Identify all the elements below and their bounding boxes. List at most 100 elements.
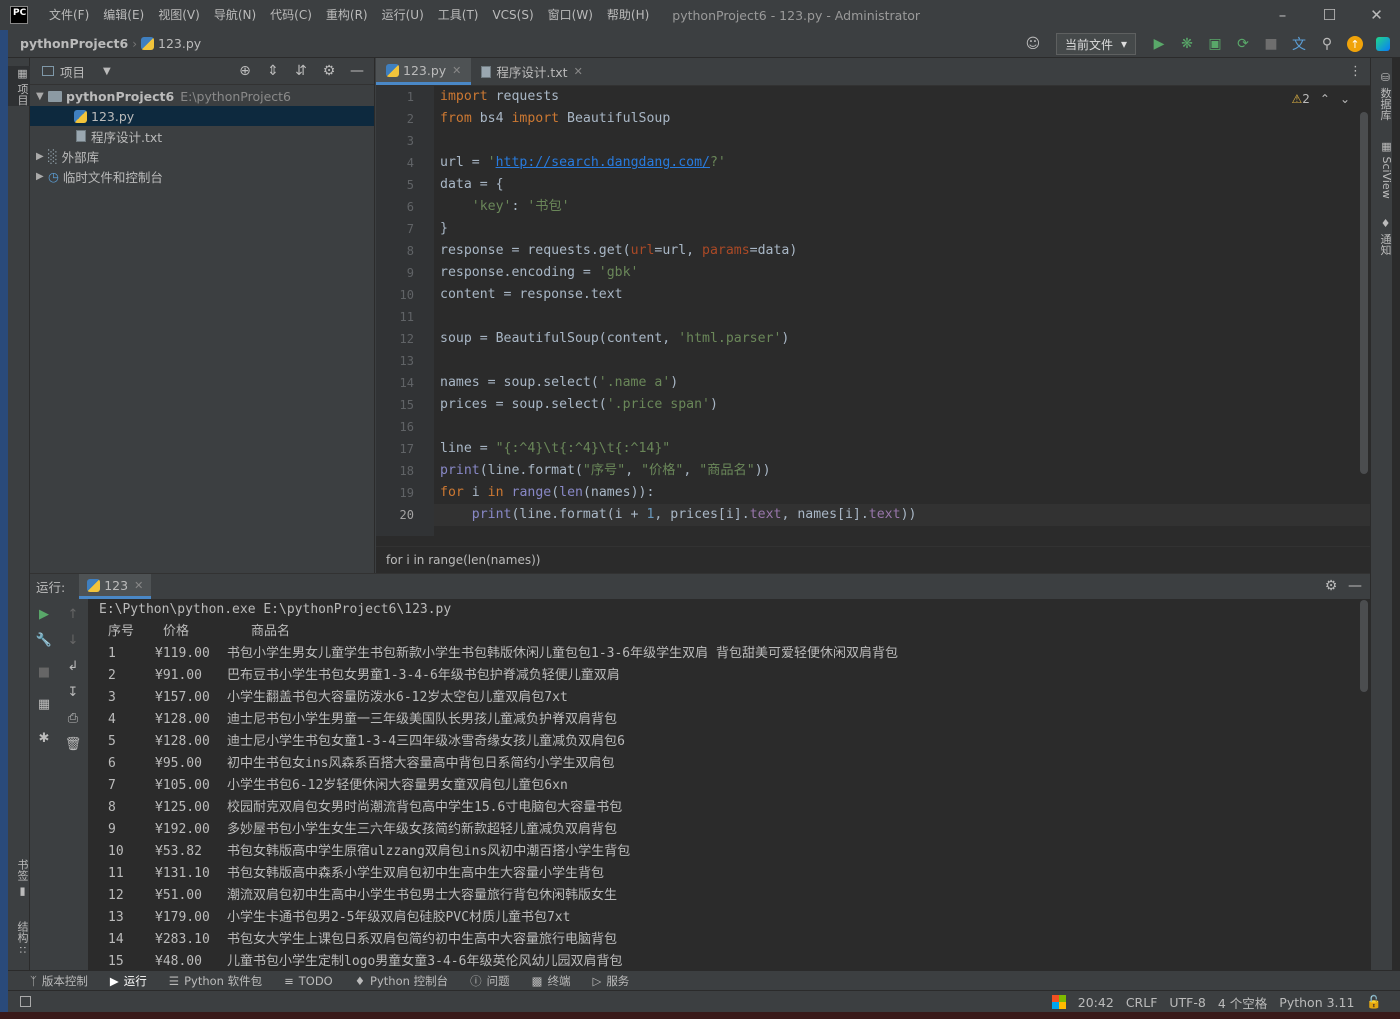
menu-edit[interactable]: 编辑(E) xyxy=(96,0,151,30)
row-num: 7 xyxy=(108,778,116,793)
tree-root[interactable]: ▼ pythonProject6 E:\pythonProject6 xyxy=(30,86,374,106)
run-panel-label: 运行: xyxy=(36,580,66,595)
print-icon[interactable]: ⎙ xyxy=(62,707,84,729)
code-area[interactable]: import requests from bs4 import Beautifu… xyxy=(434,86,1370,536)
indent-setting[interactable]: 4 个空格 xyxy=(1218,993,1267,1012)
menu-view[interactable]: 视图(V) xyxy=(151,0,207,30)
tab-todo[interactable]: ≡ TODO xyxy=(284,974,333,988)
gear-icon[interactable]: ⚙ xyxy=(1320,575,1342,597)
tab-vcs[interactable]: ᛉ 版本控制 xyxy=(30,973,88,989)
tab-python-console[interactable]: ♦ Python 控制台 xyxy=(355,973,448,989)
layout-icon[interactable]: ▦ xyxy=(33,693,55,715)
minimize-icon[interactable]: – xyxy=(1259,0,1306,30)
row-price: ¥157.00 xyxy=(155,690,210,705)
plugin-icon[interactable] xyxy=(1372,33,1394,55)
toggle-tool-windows-icon[interactable] xyxy=(20,996,31,1007)
stop-icon[interactable]: ■ xyxy=(33,661,55,683)
file-encoding[interactable]: UTF-8 xyxy=(1169,995,1205,1010)
interpreter[interactable]: Python 3.11 xyxy=(1279,995,1354,1010)
scroll-to-end-icon[interactable]: ↧ xyxy=(62,681,84,703)
close-icon[interactable]: ✕ xyxy=(1353,0,1400,30)
hide-icon[interactable]: — xyxy=(346,60,368,82)
locate-icon[interactable]: ⊕ xyxy=(234,60,256,82)
tab-problems[interactable]: ⓘ 问题 xyxy=(470,973,510,989)
tab-terminal[interactable]: ▩ 终端 xyxy=(532,973,571,989)
expand-arrow-icon[interactable]: ▼ xyxy=(36,91,48,102)
stop-icon[interactable]: ■ xyxy=(1260,33,1282,55)
tab-problems-label: 问题 xyxy=(486,973,510,988)
editor-scrollbar[interactable] xyxy=(1360,112,1368,474)
tab-sciview[interactable]: ▦ SciView xyxy=(1371,138,1393,200)
scroll-up-icon[interactable]: ↑ xyxy=(62,603,84,625)
expand-all-icon[interactable]: ⇕ xyxy=(262,60,284,82)
run-icon[interactable]: ▶ xyxy=(1148,33,1170,55)
tree-item-txt[interactable]: 程序设计.txt xyxy=(30,126,374,146)
project-panel-title[interactable]: 项目 xyxy=(60,62,85,81)
lock-icon[interactable]: 🔓 xyxy=(1366,994,1382,1010)
row-name: 书包女韩版高中学生原宿ulzzang双肩包ins风初中潮百搭小学生背包 xyxy=(227,844,631,859)
menu-run[interactable]: 运行(U) xyxy=(375,0,431,30)
tab-notifications[interactable]: ♦ 通知 xyxy=(1371,214,1393,258)
maximize-icon[interactable]: ☐ xyxy=(1306,0,1353,30)
menu-tools[interactable]: 工具(T) xyxy=(431,0,486,30)
translate-icon[interactable]: 文 xyxy=(1288,33,1310,55)
tab-services[interactable]: ▷ 服务 xyxy=(592,973,629,989)
menu-vcs[interactable]: VCS(S) xyxy=(485,0,540,30)
close-tab-icon[interactable]: ✕ xyxy=(574,65,583,78)
collapse-all-icon[interactable]: ⇵ xyxy=(290,60,312,82)
row-name: 迪士尼小学生书包女童1-3-4三四年级冰雪奇缘女孩儿童减负双肩包6 xyxy=(227,734,625,749)
scroll-down-icon[interactable]: ↓ xyxy=(62,629,84,651)
run-config-select[interactable]: 当前文件 ▾ xyxy=(1055,33,1136,55)
breadcrumb-separator-icon: › xyxy=(132,36,138,51)
coverage-icon[interactable]: ▣ xyxy=(1204,33,1226,55)
rerun-icon[interactable]: ▶ xyxy=(33,603,55,625)
soft-wrap-icon[interactable]: ↲ xyxy=(62,655,84,677)
tab-structure[interactable]: 结构 ∷ xyxy=(8,914,30,960)
more-tabs-icon[interactable]: ⋮ xyxy=(1349,64,1362,79)
tree-item-external-libs[interactable]: ▶ ░ 外部库 xyxy=(30,146,374,166)
console-scrollbar[interactable] xyxy=(1360,600,1368,692)
breadcrumb-project[interactable]: pythonProject6 xyxy=(20,36,128,51)
update-icon[interactable]: ↑ xyxy=(1344,33,1366,55)
gear-icon[interactable]: ⚙ xyxy=(318,60,340,82)
cursor-position[interactable]: 20:42 xyxy=(1078,995,1114,1010)
user-icon[interactable]: ☺ xyxy=(1022,33,1044,55)
tab-bookmarks[interactable]: 书签 ▮ xyxy=(8,854,30,902)
code-line: 'key': '书包' xyxy=(471,199,570,214)
console-header: 序号 价格 商品名 xyxy=(88,621,1364,643)
pin-icon[interactable]: ✱ xyxy=(33,727,55,749)
menu-code[interactable]: 代码(C) xyxy=(263,0,319,30)
menu-file[interactable]: 文件(F) xyxy=(42,0,96,30)
right-tool-stripe: ⛁ 数据库 ▦ SciView ♦ 通知 xyxy=(1370,58,1393,990)
tab-database[interactable]: ⛁ 数据库 xyxy=(1371,68,1393,124)
profile-icon[interactable]: ⟳ xyxy=(1232,33,1254,55)
tab-run[interactable]: ▶ 运行 xyxy=(110,973,147,989)
tree-item-scratches[interactable]: ▶ ◷ 临时文件和控制台 xyxy=(30,166,374,186)
collapse-arrow-icon[interactable]: ▶ xyxy=(36,171,48,182)
tab-python-packages[interactable]: ☰ Python 软件包 xyxy=(169,973,262,989)
editor-breadcrumb[interactable]: for i in range(len(names)) xyxy=(376,546,1370,573)
hide-icon[interactable]: — xyxy=(1344,575,1366,597)
menu-navigate[interactable]: 导航(N) xyxy=(207,0,263,30)
collapse-arrow-icon[interactable]: ▶ xyxy=(36,151,48,162)
run-tab[interactable]: 123 ✕ xyxy=(79,574,152,599)
line-number: 9 xyxy=(406,266,414,280)
close-tab-icon[interactable]: ✕ xyxy=(452,64,461,77)
menu-window[interactable]: 窗口(W) xyxy=(541,0,600,30)
line-separator[interactable]: CRLF xyxy=(1126,995,1158,1010)
chevron-down-icon[interactable]: ▼ xyxy=(103,66,111,77)
debug-icon[interactable]: ❋ xyxy=(1176,33,1198,55)
trash-icon[interactable]: 🗑 xyxy=(62,733,84,755)
wrench-icon[interactable]: 🔧 xyxy=(33,629,55,651)
breadcrumb-file[interactable]: 123.py xyxy=(141,36,201,51)
tab-123py[interactable]: 123.py ✕ xyxy=(376,58,472,85)
search-icon[interactable]: ⚲ xyxy=(1316,33,1338,55)
line-number: 18 xyxy=(399,464,414,478)
tab-project[interactable]: ▦ 项目 xyxy=(8,66,30,106)
tab-txt[interactable]: 程序设计.txt ✕ xyxy=(471,58,592,85)
console-output[interactable]: E:\Python\python.exe E:\pythonProject6\1… xyxy=(88,599,1364,971)
close-tab-icon[interactable]: ✕ xyxy=(134,579,143,592)
tree-item-123py[interactable]: 123.py xyxy=(30,106,374,126)
menu-refactor[interactable]: 重构(R) xyxy=(319,0,375,30)
menu-help[interactable]: 帮助(H) xyxy=(600,0,656,30)
